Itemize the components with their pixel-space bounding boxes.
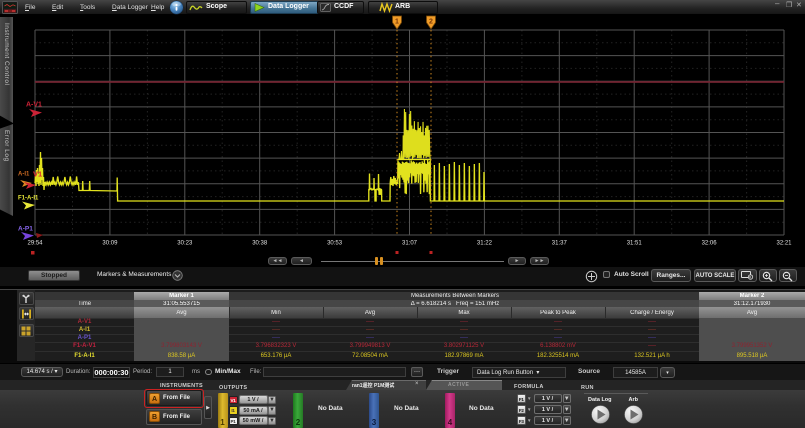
svg-text:30:38: 30:38: [252, 241, 268, 247]
svg-text:32:21: 32:21: [776, 241, 792, 247]
svg-text:A-V1: A-V1: [26, 102, 42, 109]
svg-text:32:06: 32:06: [702, 241, 718, 247]
svg-text:30:53: 30:53: [327, 241, 343, 247]
svg-text:F1-A-I1: F1-A-I1: [18, 196, 39, 202]
svg-text:29:54: 29:54: [27, 241, 43, 247]
svg-text:V1: V1: [33, 170, 42, 179]
svg-text:A-I1: A-I1: [18, 172, 30, 178]
svg-text:A-P1: A-P1: [18, 226, 33, 233]
svg-text:31:37: 31:37: [552, 241, 568, 247]
svg-text:30:23: 30:23: [177, 241, 193, 247]
svg-text:1: 1: [395, 19, 399, 26]
svg-text:31:07: 31:07: [402, 241, 418, 247]
svg-text:2: 2: [429, 19, 433, 26]
svg-text:30:09: 30:09: [102, 241, 118, 247]
svg-text:31:22: 31:22: [477, 241, 493, 247]
svg-text:31:51: 31:51: [627, 241, 643, 247]
